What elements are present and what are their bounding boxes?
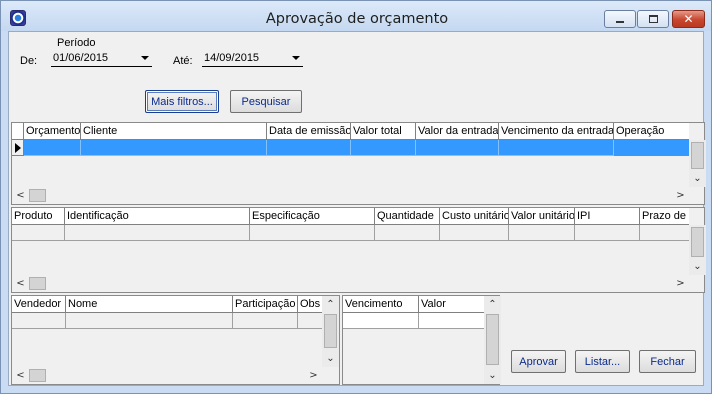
scroll-thumb[interactable] bbox=[29, 277, 46, 290]
scroll-thumb[interactable] bbox=[29, 369, 46, 382]
period-label: Período bbox=[57, 37, 96, 49]
arrow-down-icon[interactable]: ⌄ bbox=[484, 367, 501, 384]
client-area: Período De: 01/06/2015 Até: 14/09/2015 M… bbox=[8, 31, 706, 386]
budgets-horizontal-scrollbar[interactable]: < > bbox=[12, 187, 689, 204]
arrow-down-icon[interactable]: ⌄ bbox=[322, 350, 339, 367]
arrow-up-icon[interactable]: ⌃ bbox=[322, 296, 339, 313]
column-header-valor[interactable]: Valor bbox=[419, 296, 484, 313]
to-date-picker[interactable]: 14/09/2015 bbox=[202, 50, 303, 67]
sellers-grid[interactable]: Vendedor Nome Participação Obs ⌃ ⌄ < > bbox=[11, 295, 340, 385]
sellers-vertical-scrollbar[interactable]: ⌃ ⌄ bbox=[322, 296, 339, 367]
minimize-button[interactable] bbox=[604, 10, 636, 28]
products-grid[interactable]: Produto Identificação Especificação Quan… bbox=[11, 207, 706, 293]
column-header-vencimento[interactable]: Vencimento bbox=[343, 296, 419, 313]
column-header-prazo[interactable]: Prazo de bbox=[640, 208, 689, 225]
arrow-down-icon[interactable]: ⌄ bbox=[689, 258, 706, 275]
products-horizontal-scrollbar[interactable]: < > bbox=[12, 275, 689, 292]
column-header-valor-entrada[interactable]: Valor da entrada bbox=[416, 123, 499, 140]
maximize-button[interactable] bbox=[637, 10, 669, 28]
column-header-vencimento-entrada[interactable]: Vencimento da entrada bbox=[499, 123, 614, 140]
row-indicator-icon bbox=[12, 140, 24, 156]
row-indicator-header bbox=[12, 123, 24, 140]
to-label: Até: bbox=[173, 55, 193, 67]
column-header-operacao[interactable]: Operação bbox=[614, 123, 689, 140]
column-header-data-emissao[interactable]: Data de emissão bbox=[267, 123, 351, 140]
scroll-thumb[interactable] bbox=[29, 189, 46, 202]
column-header-obs[interactable]: Obs bbox=[298, 296, 322, 313]
arrow-right-icon[interactable]: > bbox=[672, 187, 689, 204]
close-button[interactable]: Fechar bbox=[639, 350, 696, 373]
column-header-produto[interactable]: Produto bbox=[12, 208, 65, 225]
from-date-picker[interactable]: 01/06/2015 bbox=[51, 50, 152, 67]
scroll-thumb[interactable] bbox=[324, 314, 337, 348]
maximize-icon bbox=[648, 15, 658, 23]
close-window-button[interactable]: ✕ bbox=[672, 10, 705, 28]
more-filters-button[interactable]: Mais filtros... bbox=[145, 90, 219, 113]
arrow-left-icon[interactable]: < bbox=[12, 187, 29, 204]
column-header-nome[interactable]: Nome bbox=[66, 296, 233, 313]
products-vertical-scrollbar[interactable]: ⌄ bbox=[689, 225, 706, 275]
from-label: De: bbox=[20, 55, 38, 67]
chevron-down-icon[interactable] bbox=[138, 56, 152, 60]
selected-row[interactable] bbox=[24, 140, 689, 156]
column-header-valor-unitario[interactable]: Valor unitário bbox=[509, 208, 575, 225]
app-window: Aprovação de orçamento ✕ Período De: 01/… bbox=[0, 0, 712, 394]
column-header-quantidade[interactable]: Quantidade bbox=[375, 208, 440, 225]
column-header-participacao[interactable]: Participação bbox=[233, 296, 298, 313]
budgets-grid[interactable]: Orçamento Cliente Data de emissão Valor … bbox=[11, 122, 706, 205]
to-date-value: 14/09/2015 bbox=[204, 52, 260, 64]
column-header-identificacao[interactable]: Identificação bbox=[65, 208, 250, 225]
column-header-orcamento[interactable]: Orçamento bbox=[24, 123, 81, 140]
column-header-cliente[interactable]: Cliente bbox=[81, 123, 267, 140]
column-header-ipi[interactable]: IPI bbox=[575, 208, 640, 225]
chevron-down-icon[interactable] bbox=[289, 56, 303, 60]
from-date-value: 01/06/2015 bbox=[53, 52, 109, 64]
column-header-vendedor[interactable]: Vendedor bbox=[12, 296, 66, 313]
arrow-down-icon[interactable]: ⌄ bbox=[689, 170, 706, 187]
installments-grid[interactable]: Vencimento Valor ⌃ ⌄ bbox=[342, 295, 501, 385]
sellers-horizontal-scrollbar[interactable]: < > bbox=[12, 367, 322, 384]
arrow-right-icon[interactable]: > bbox=[305, 367, 322, 384]
search-button[interactable]: Pesquisar bbox=[230, 90, 302, 113]
minimize-icon bbox=[616, 21, 624, 23]
arrow-up-icon[interactable]: ⌃ bbox=[484, 296, 501, 313]
close-icon: ✕ bbox=[683, 12, 694, 26]
approve-button[interactable]: Aprovar bbox=[511, 350, 566, 373]
budgets-vertical-scrollbar[interactable]: ⌄ bbox=[689, 140, 706, 187]
column-header-especificacao[interactable]: Especificação bbox=[250, 208, 375, 225]
table-row[interactable] bbox=[12, 225, 689, 241]
scroll-thumb[interactable] bbox=[691, 227, 704, 257]
scroll-thumb[interactable] bbox=[691, 142, 704, 169]
title-bar[interactable]: Aprovação de orçamento ✕ bbox=[1, 1, 711, 31]
column-header-custo-unitario[interactable]: Custo unitário bbox=[440, 208, 509, 225]
installments-vertical-scrollbar[interactable]: ⌃ ⌄ bbox=[484, 296, 501, 384]
arrow-right-icon[interactable]: > bbox=[672, 275, 689, 292]
table-row[interactable] bbox=[343, 313, 484, 329]
list-button[interactable]: Listar... bbox=[575, 350, 630, 373]
scroll-thumb[interactable] bbox=[486, 314, 499, 365]
table-row[interactable] bbox=[12, 313, 322, 329]
arrow-left-icon[interactable]: < bbox=[12, 367, 29, 384]
column-header-valor-total[interactable]: Valor total bbox=[351, 123, 416, 140]
arrow-left-icon[interactable]: < bbox=[12, 275, 29, 292]
